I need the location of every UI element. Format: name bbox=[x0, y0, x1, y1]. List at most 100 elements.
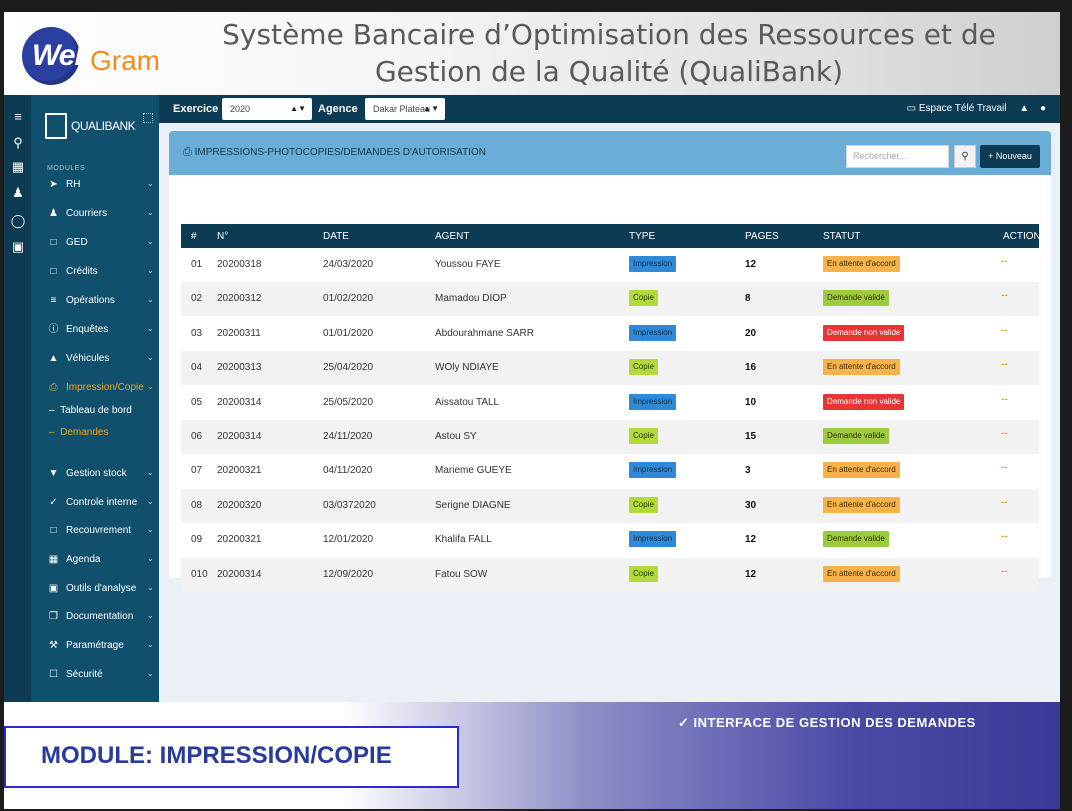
action-button[interactable]: -- bbox=[1001, 497, 1008, 508]
table-row[interactable]: 01 20200318 24/03/2020 Youssou FAYE Impressi… bbox=[181, 248, 1039, 282]
row-agent: Fatou SOW bbox=[435, 568, 488, 580]
row-agent: WOly NDIAYE bbox=[435, 362, 499, 374]
row-index: 07 bbox=[191, 465, 203, 477]
action-button[interactable]: -- bbox=[1001, 290, 1008, 301]
row-pages: 30 bbox=[745, 499, 757, 511]
action-button[interactable]: -- bbox=[1001, 531, 1008, 542]
sidebar-item-controle-interne[interactable]: ✓ Controle interne ⌄ bbox=[31, 493, 159, 515]
row-agent: Youssou FAYE bbox=[435, 259, 501, 270]
chevron-down-icon: ⌄ bbox=[147, 611, 154, 620]
list-icon: ≡ bbox=[50, 295, 57, 306]
brand-box bbox=[45, 113, 67, 139]
sidebar-item-label: Paramétrage bbox=[66, 640, 124, 651]
submenu-item-demandes[interactable]: – Demandes bbox=[49, 427, 159, 445]
logo-gram-text: Gram bbox=[90, 45, 160, 76]
table-row[interactable]: 04 20200313 25/04/2020 WOly NDIAYE Copie 16 En… bbox=[181, 351, 1039, 386]
table-row[interactable]: 05 20200314 25/05/2020 Aissatou TALL Impress… bbox=[181, 386, 1039, 420]
type-badge: Impression bbox=[629, 531, 677, 548]
card-title-text: IMPRESSIONS-PHOTOCOPIES/DEMANDES D'AUTOR… bbox=[194, 147, 486, 158]
new-button[interactable]: + Nouveau bbox=[980, 145, 1040, 168]
row-date: 04/11/2020 bbox=[323, 465, 373, 477]
status-badge: En attente d'accord bbox=[823, 359, 900, 376]
qualibank-logo: QUALIBANK bbox=[45, 111, 136, 139]
row-date: 12/09/2020 bbox=[323, 568, 374, 580]
chevron-down-icon: ⌄ bbox=[147, 669, 154, 678]
menu-icon[interactable]: ≡ bbox=[10, 109, 26, 125]
action-button[interactable]: -- bbox=[1001, 256, 1008, 267]
search-input[interactable]: Rechercher... bbox=[846, 145, 949, 168]
action-button[interactable]: -- bbox=[1001, 359, 1008, 370]
table-row[interactable]: 08 20200320 03/0372020 Serigne DIAGNE Copie 3… bbox=[181, 488, 1039, 523]
chevron-down-icon: ⌄ bbox=[147, 554, 154, 563]
action-button[interactable]: -- bbox=[1001, 394, 1008, 405]
database-icon: ▣ bbox=[48, 583, 59, 594]
car-icon: ▲ bbox=[48, 353, 59, 364]
bell-icon[interactable]: ▲ bbox=[1019, 103, 1029, 114]
banner-title: Système Bancaire d’Optimisation des Ress… bbox=[194, 16, 1024, 90]
sidebar-item-courriers[interactable]: ♟ Courriers ⌄ bbox=[31, 204, 159, 226]
sidebar-item-outils-d-analyse[interactable]: ▣ Outils d'analyse ⌄ bbox=[31, 579, 159, 601]
submenu-item-tableau-de-bord[interactable]: – Tableau de bord bbox=[49, 405, 159, 423]
type-badge: Impression bbox=[629, 393, 677, 410]
select-caret-icon: ▲▼ bbox=[290, 104, 306, 113]
table-row[interactable]: 03 20200311 01/01/2020 Abdourahmane SARR Imp… bbox=[181, 317, 1039, 351]
status-badge: Demande non valide bbox=[823, 324, 905, 341]
action-button[interactable]: -- bbox=[1001, 566, 1008, 577]
sidebar-item-gestion-stock[interactable]: ▼ Gestion stock ⌄ bbox=[31, 464, 159, 486]
th-date: DATE bbox=[323, 231, 349, 242]
banner: Web Gram Système Bancaire d’Optimisation… bbox=[4, 12, 1060, 95]
power-icon[interactable]: ◯ bbox=[10, 213, 26, 229]
sidebar-item-rh[interactable]: ➤ RH ⌄ bbox=[31, 175, 159, 197]
table-row[interactable]: 07 20200321 04/11/2020 Marieme GUEYE Impress… bbox=[181, 454, 1039, 488]
chevron-down-icon: ⌄ bbox=[147, 497, 154, 506]
table-row[interactable]: 02 20200312 01/02/2020 Mamadou DIOP Copie 8 De… bbox=[181, 282, 1039, 317]
table-row[interactable]: 09 20200321 12/01/2020 Khalifa FALL Impressi… bbox=[181, 523, 1039, 557]
sidebar-item-op-rations[interactable]: ≡ Opérations ⌄ bbox=[31, 291, 159, 313]
action-button[interactable]: -- bbox=[1001, 325, 1008, 336]
chevron-down-icon: ⌄ bbox=[147, 208, 154, 217]
sidebar-item-label: RH bbox=[66, 179, 81, 190]
sidebar-item-enqu-tes[interactable]: ⓘ Enquêtes ⌄ bbox=[31, 320, 159, 342]
row-index: 03 bbox=[191, 327, 203, 339]
logo-web-text: Web bbox=[32, 39, 93, 72]
sidebar-item-cr-dits[interactable]: □ Crédits ⌄ bbox=[31, 262, 159, 284]
calendar-icon[interactable]: ▦ bbox=[10, 159, 26, 175]
sidebar-item-agenda[interactable]: ▦ Agenda ⌄ bbox=[31, 550, 159, 572]
grid-icon[interactable] bbox=[143, 113, 153, 123]
row-date: 03/0372020 bbox=[323, 499, 376, 511]
sidebar-item-s-curit-[interactable]: ☐ Sécurité ⌄ bbox=[31, 665, 159, 687]
search-button[interactable]: ⚲ bbox=[954, 145, 976, 168]
sidebar-item-ged[interactable]: □ GED ⌄ bbox=[31, 233, 159, 255]
user-icon[interactable]: ● bbox=[1040, 103, 1046, 114]
action-button[interactable]: -- bbox=[1001, 462, 1008, 473]
table-row[interactable]: 06 20200314 24/11/2020 Astou SY Copie 15 Deman… bbox=[181, 420, 1039, 454]
agence-value: Dakar Plateau bbox=[373, 104, 431, 114]
espace-tele-travail[interactable]: ▭ Espace Télé Travail ▲ ● bbox=[907, 103, 1046, 114]
sidebar-item-recouvrement[interactable]: □ Recouvrement ⌄ bbox=[31, 521, 159, 543]
chevron-down-icon: ⌄ bbox=[147, 525, 154, 534]
action-button[interactable]: -- bbox=[1001, 428, 1008, 439]
briefcase-icon[interactable]: ▣ bbox=[10, 239, 26, 255]
sidebar-item-label: Impression/Copie bbox=[66, 382, 144, 393]
exercice-select[interactable]: 2020 ▲▼ bbox=[222, 98, 312, 120]
sidebar-item-documentation[interactable]: ❐ Documentation ⌄ bbox=[31, 607, 159, 629]
status-badge: Demande valide bbox=[823, 531, 889, 548]
sidebar-item-v-hicules[interactable]: ▲ Véhicules ⌄ bbox=[31, 349, 159, 371]
copy-icon: ❐ bbox=[49, 611, 58, 622]
dash-icon: – bbox=[49, 427, 55, 438]
users-icon[interactable]: ♟ bbox=[10, 185, 26, 201]
sidebar-item-label: Véhicules bbox=[66, 353, 110, 364]
sidebar-item-impression-copie[interactable]: ⎙ Impression/Copie ⌄ bbox=[31, 378, 159, 400]
dash-icon: – bbox=[49, 405, 55, 416]
sidebar-item-param-trage[interactable]: ⚒ Paramétrage ⌄ bbox=[31, 636, 159, 658]
check-circle-icon: ✓ bbox=[49, 497, 58, 508]
status-badge: En attente d'accord bbox=[823, 565, 900, 582]
table-row[interactable]: 010 20200314 12/09/2020 Fatou SOW Copie 12 En … bbox=[181, 557, 1039, 592]
submenu-label: Demandes bbox=[60, 427, 109, 438]
search-placeholder: Rechercher... bbox=[853, 151, 907, 161]
status-badge: Demande valide bbox=[823, 428, 889, 444]
app-window: ≡ ⚲ ▦ ♟ ◯ ▣ QUALIBANK MODULES ➤ RH ⌄ ♟ Courr… bbox=[4, 95, 1060, 702]
cart-icon: ▼ bbox=[48, 468, 59, 479]
agence-select[interactable]: Dakar Plateau ▲▼ bbox=[365, 98, 445, 120]
search-icon[interactable]: ⚲ bbox=[10, 135, 26, 151]
